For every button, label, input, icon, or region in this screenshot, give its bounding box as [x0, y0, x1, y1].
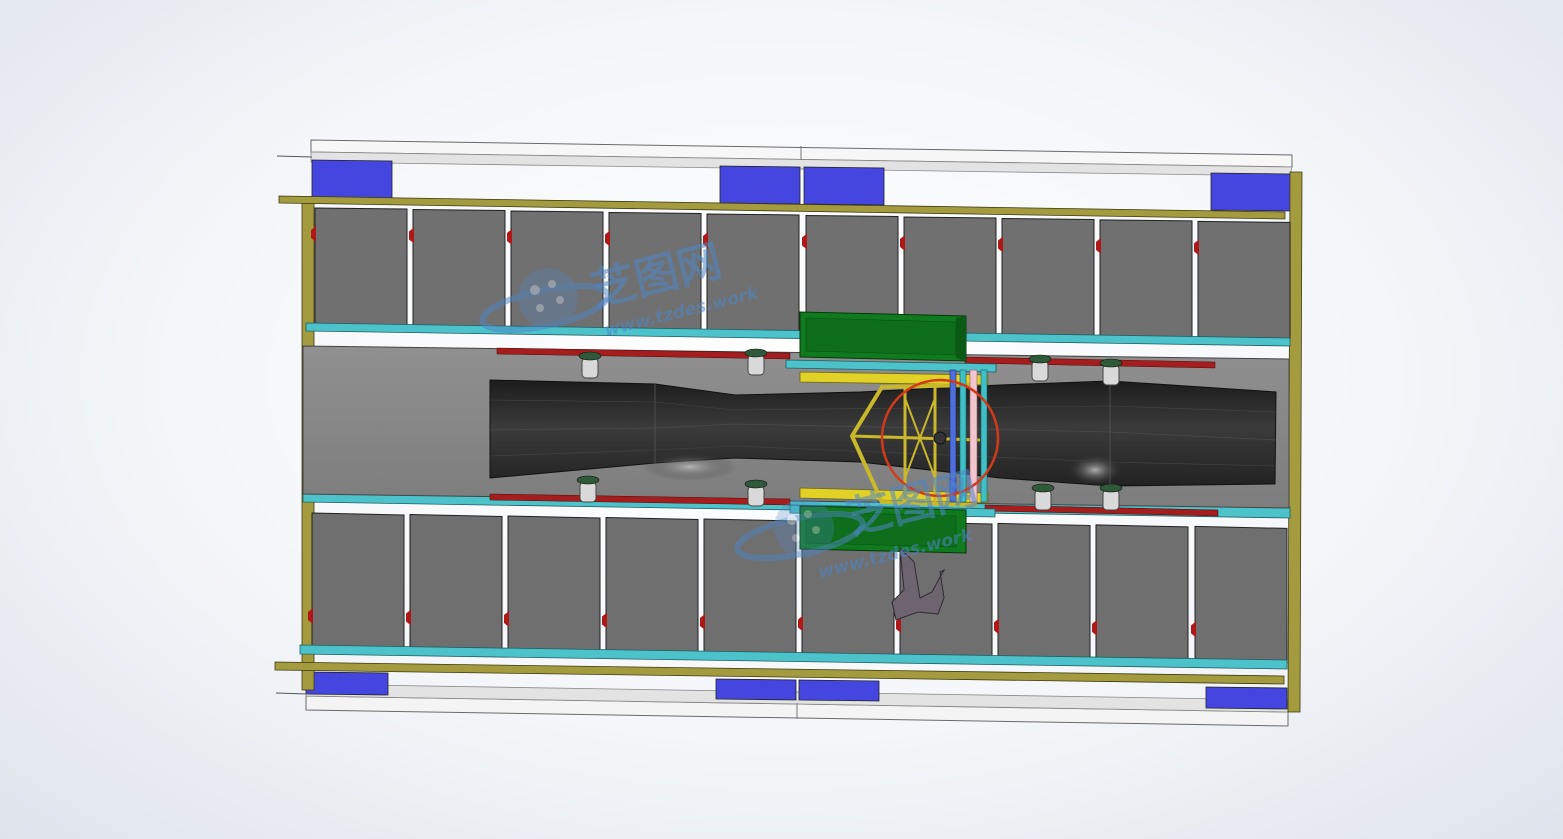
panel-clip	[1092, 619, 1097, 636]
lower-panel	[409, 513, 503, 653]
upper-panel	[1197, 220, 1291, 340]
panel-clip	[998, 236, 1003, 253]
roller	[744, 479, 768, 507]
panel-clip	[994, 618, 999, 635]
panel-clip	[602, 612, 607, 629]
roller	[1028, 354, 1052, 382]
panel-clip	[1096, 237, 1101, 254]
lower-panel	[605, 516, 699, 655]
panel-clip	[802, 233, 807, 250]
panel-clip	[406, 609, 411, 626]
lower-panel	[997, 522, 1091, 661]
upper-panel	[314, 207, 408, 327]
upper-panel	[1099, 219, 1193, 339]
upper-panel	[1001, 217, 1095, 337]
panel-clip	[507, 228, 512, 245]
panel-clip	[1191, 621, 1196, 638]
lower-panel	[311, 512, 405, 651]
roller	[1099, 483, 1123, 511]
lower-panel	[1194, 525, 1288, 664]
panel-clip	[409, 227, 414, 244]
roller	[744, 348, 768, 376]
roller	[1099, 358, 1123, 386]
cad-viewport[interactable]: 芝图网 www.tzdes.work 芝图网 www.tzdes.work	[0, 0, 1563, 839]
panel-clip	[504, 610, 509, 627]
roller	[578, 351, 602, 379]
lower-panel	[1095, 524, 1189, 663]
panel-clip	[1194, 239, 1199, 256]
assembly-model[interactable]: 芝图网 www.tzdes.work 芝图网 www.tzdes.work	[0, 0, 1563, 839]
lower-panel	[507, 515, 601, 654]
panel-clip	[700, 613, 705, 630]
panel-clip	[605, 230, 610, 247]
panel-clip	[798, 615, 803, 632]
roller	[576, 475, 600, 503]
roller	[1031, 483, 1055, 511]
panel-clip	[900, 234, 905, 251]
